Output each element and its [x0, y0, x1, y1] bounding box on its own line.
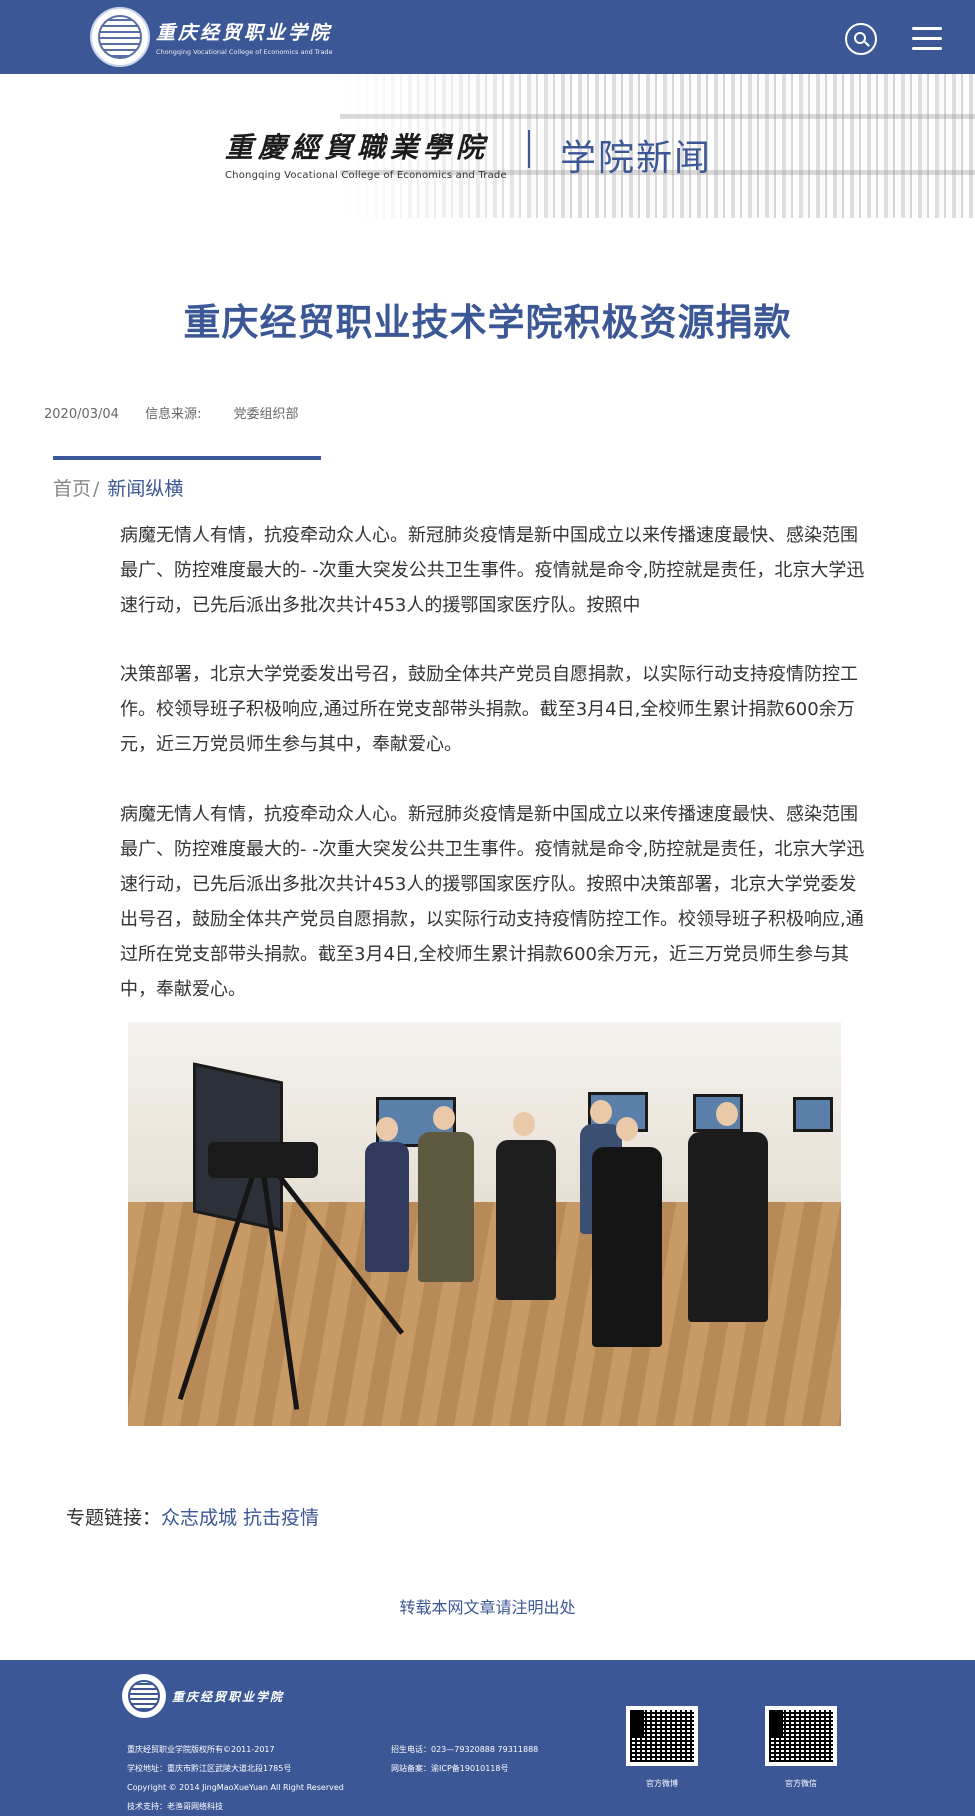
camera-tripod	[148, 1142, 405, 1422]
accent-divider	[53, 456, 321, 460]
article-paragraph: 病魔无情人有情，抗疫牵动众人心。新冠肺炎疫情是新中国成立以来传播速度最快、感染范…	[120, 804, 865, 1000]
article-meta: 2020/03/04 信息来源: 党委组织部	[44, 403, 342, 422]
source-label: 信息来源: 党委组织部	[145, 407, 299, 422]
footer-logo: 重庆经贸职业学院	[122, 1674, 284, 1718]
topic-link[interactable]: 众志成城 抗击疫情	[161, 1507, 319, 1529]
section-banner: 重慶經貿職業學院 Chongqing Vocational College of…	[0, 74, 975, 218]
footer-copyright-en: Copyright © 2014 JingMaoXueYuan All Righ…	[127, 1783, 344, 1792]
breadcrumb-separator: /	[93, 478, 100, 500]
breadcrumb-home[interactable]: 首页	[53, 478, 91, 500]
article-paragraph: 决策部署，北京大学党委发出号召，鼓励全体共产党员自愿捐款，以实际行动支持疫情防控…	[120, 664, 858, 755]
footer-copyright: 重庆经贸职业学院版权所有©2011-2017	[127, 1745, 275, 1754]
weibo-qr-label: 官方微博	[646, 1779, 678, 1788]
banner-brand-cn: 重慶經貿職業學院	[225, 131, 490, 164]
banner-brand: 重慶經貿職業學院 Chongqing Vocational College of…	[225, 126, 507, 181]
site-footer: 重庆经贸职业学院 重庆经贸职业学院版权所有©2011-2017 学校地址：重庆市…	[0, 1660, 975, 1816]
header-logo-cn: 重庆经贸职业学院	[156, 22, 333, 44]
article-date: 2020/03/04	[44, 407, 119, 422]
weibo-qr-code	[626, 1706, 698, 1766]
footer-phone: 招生电话：023—79320888 79311888	[391, 1745, 539, 1754]
article-title: 重庆经贸职业技术学院积极资源捐款	[183, 301, 792, 344]
topic-label: 专题链接：	[66, 1507, 162, 1529]
footer-logo-text: 重庆经贸职业学院	[172, 1689, 285, 1704]
breadcrumb: 首页 / 新闻纵横	[53, 474, 183, 501]
footer-info-left: 重庆经贸职业学院版权所有©2011-2017 学校地址：重庆市黔江区武陵大道北段…	[127, 1740, 344, 1816]
college-seal-icon	[90, 7, 150, 67]
article-photo	[128, 1022, 841, 1426]
search-icon	[854, 32, 866, 44]
hamburger-menu-icon	[912, 27, 942, 30]
wechat-qr-code	[765, 1706, 837, 1766]
top-navigation-bar: 重庆经贸职业学院 Chongqing Vocational College of…	[0, 0, 975, 74]
footer-tech-support: 技术支持：老渔哥网络科技	[127, 1802, 223, 1811]
header-logo-en: Chongqing Vocational College of Economic…	[156, 48, 333, 56]
footer-address: 学校地址：重庆市黔江区武陵大道北段1785号	[127, 1764, 292, 1773]
article-paragraph: 病魔无情人有情，抗疫牵动众人心。新冠肺炎疫情是新中国成立以来传播速度最快、感染范…	[120, 525, 865, 616]
footer-icp[interactable]: 网站备案：渝ICP备19010118号	[391, 1759, 538, 1778]
wechat-qr-label: 官方微信	[785, 1779, 817, 1788]
section-title: 学院新闻	[560, 138, 713, 179]
footer-info-right: 招生电话：023—79320888 79311888 网站备案：渝ICP备190…	[391, 1740, 538, 1778]
repost-notice: 转载本网文章请注明出处	[399, 1598, 576, 1617]
banner-brand-en: Chongqing Vocational College of Economic…	[225, 170, 507, 181]
banner-divider	[528, 130, 530, 168]
footer-seal-icon	[122, 1674, 166, 1718]
header-logo[interactable]: 重庆经贸职业学院 Chongqing Vocational College of…	[90, 7, 333, 67]
source-value: 党委组织部	[233, 407, 299, 422]
breadcrumb-current[interactable]: 新闻纵横	[107, 478, 183, 500]
topic-links: 专题链接：众志成城 抗击疫情	[66, 1503, 319, 1530]
hamburger-menu-button[interactable]	[912, 25, 942, 51]
search-button[interactable]	[845, 23, 877, 55]
